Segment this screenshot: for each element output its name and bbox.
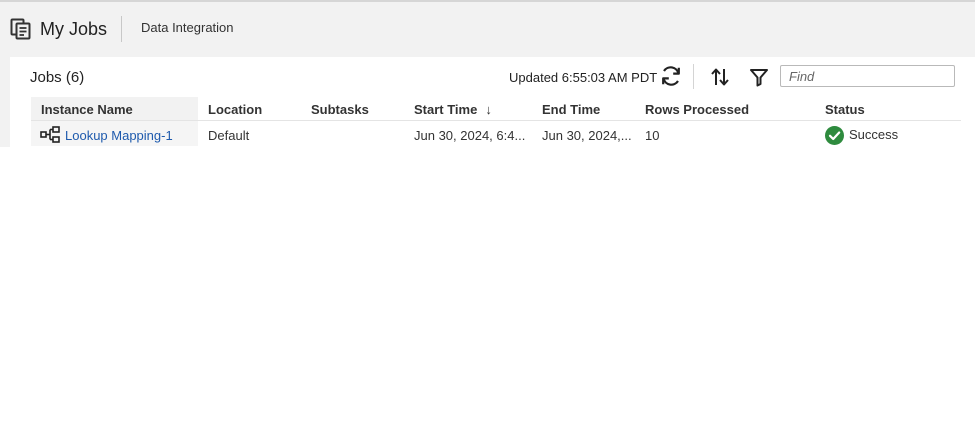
header-divider xyxy=(121,16,122,42)
column-header-instance-name[interactable]: Instance Name xyxy=(41,102,133,117)
rows-processed-cell: 10 xyxy=(645,128,660,143)
find-input[interactable] xyxy=(780,65,955,87)
status-text: Success xyxy=(849,127,899,142)
column-header-end-time[interactable]: End Time xyxy=(542,102,600,117)
jobs-count-title: Jobs (6) xyxy=(30,69,85,86)
toolbar-divider xyxy=(693,64,694,89)
sort-icon[interactable] xyxy=(709,66,731,88)
last-updated-text: Updated 6:55:03 AM PDT xyxy=(509,70,658,85)
start-time-cell: Jun 30, 2024, 6:4... xyxy=(414,128,526,143)
product-label: Data Integration xyxy=(141,20,234,35)
column-header-location[interactable]: Location xyxy=(208,102,262,117)
start-time-label: Start Time xyxy=(414,102,478,117)
column-header-rows-processed[interactable]: Rows Processed xyxy=(645,102,749,117)
left-gutter xyxy=(0,57,10,147)
mapping-icon xyxy=(40,126,60,143)
sort-desc-icon: ↓ xyxy=(485,102,492,117)
my-jobs-icon xyxy=(10,18,31,40)
column-header-subtasks[interactable]: Subtasks xyxy=(311,102,369,117)
location-cell: Default xyxy=(208,128,250,143)
page-header: My Jobs Data Integration xyxy=(0,2,975,57)
column-header-status[interactable]: Status xyxy=(825,102,865,117)
filter-icon[interactable] xyxy=(748,66,770,88)
header-row-divider xyxy=(31,120,961,121)
column-header-start-time[interactable]: Start Time ↓ xyxy=(414,102,492,117)
page-title: My Jobs xyxy=(40,19,108,39)
refresh-icon[interactable] xyxy=(659,64,683,88)
success-check-icon xyxy=(825,126,844,145)
end-time-cell: Jun 30, 2024,... xyxy=(542,128,632,143)
instance-name-link[interactable]: Lookup Mapping-1 xyxy=(65,128,173,143)
